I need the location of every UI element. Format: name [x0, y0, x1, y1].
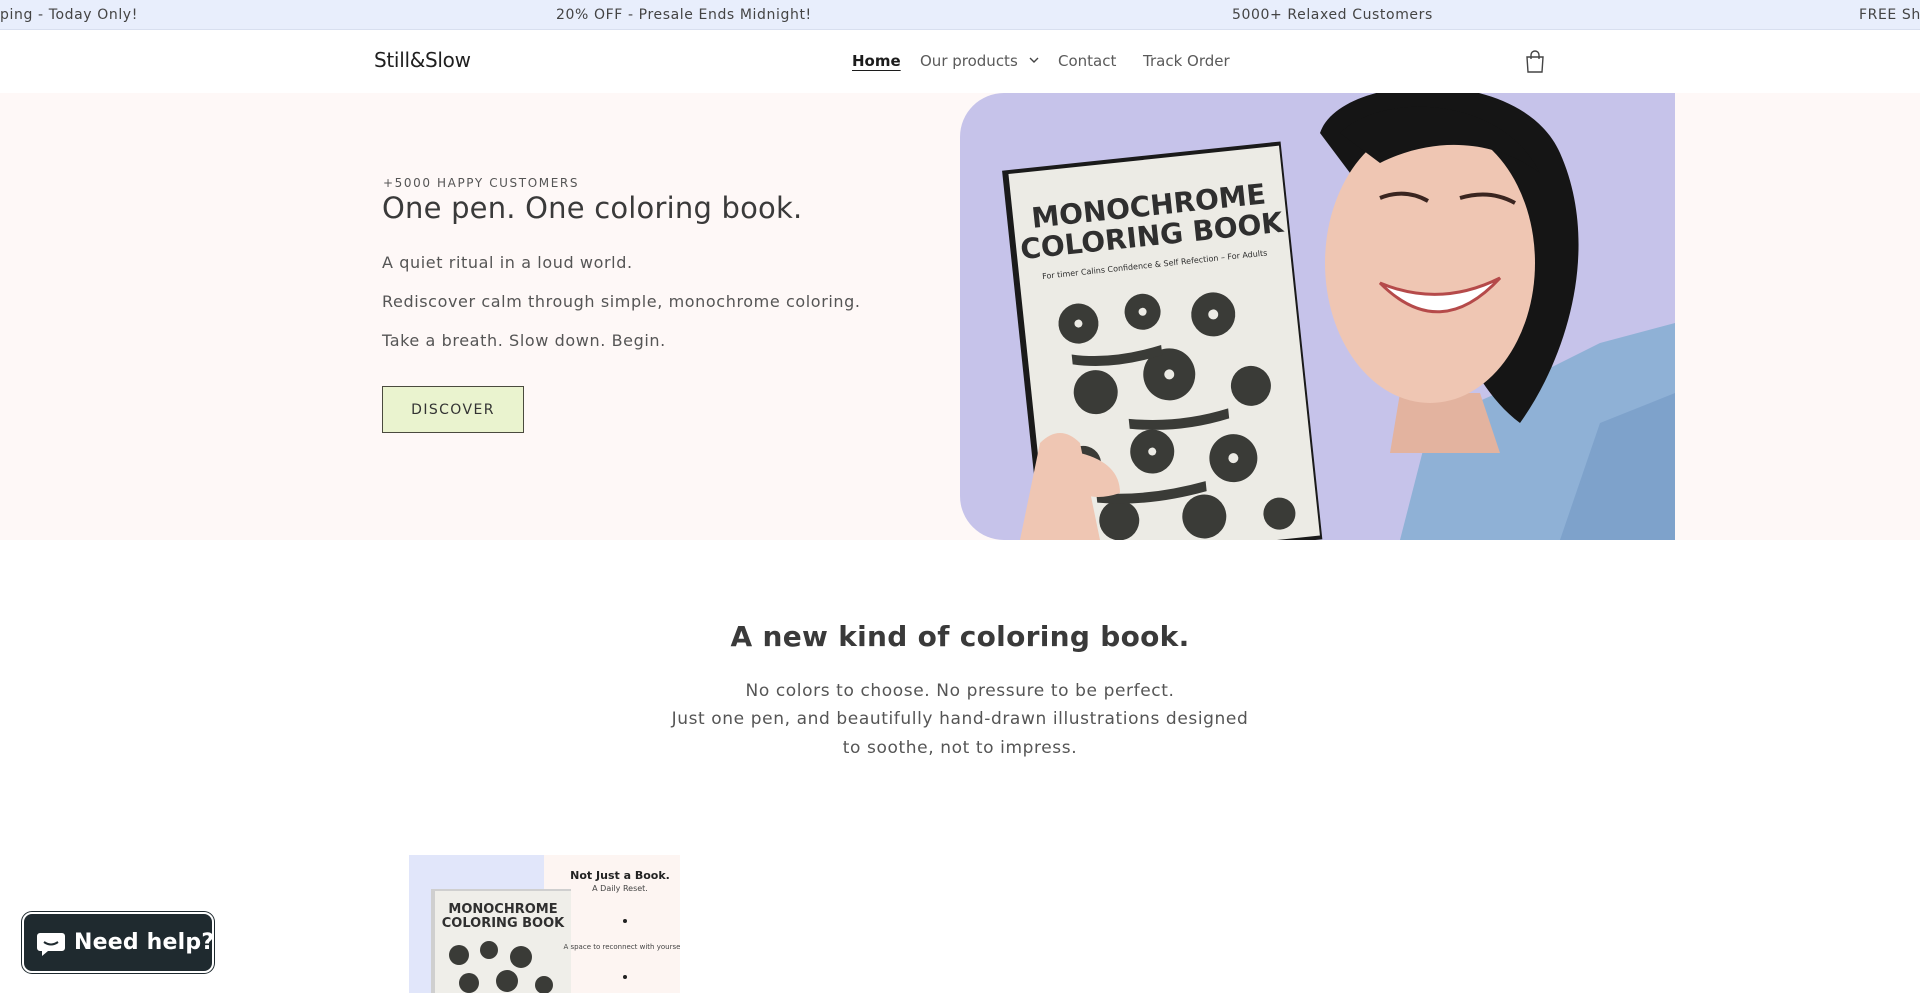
- chat-label: Need help?: [74, 930, 215, 955]
- announcement-item: FREE Ship: [1859, 7, 1920, 23]
- hero-text: A quiet ritual in a loud world.: [382, 253, 633, 272]
- announcement-item: 5000+ Relaxed Customers: [1232, 7, 1433, 23]
- hero-title: One pen. One coloring book.: [382, 191, 803, 225]
- shopping-bag-icon[interactable]: [1524, 50, 1546, 74]
- site-logo[interactable]: Still&Slow: [374, 48, 471, 72]
- announcement-bar: ping - Today Only! 20% OFF - Presale End…: [0, 0, 1920, 30]
- preview-book-title-2: COLORING BOOK: [442, 916, 565, 931]
- hero-photo: MONOCHROME COLORING BOOK For timer Calin…: [1002, 93, 1675, 540]
- nav-contact[interactable]: Contact: [1058, 52, 1116, 70]
- section-text: to soothe, not to impress.: [842, 738, 1078, 758]
- product-preview-image[interactable]: MONOCHROME COLORING BOOK Not Just a Book…: [409, 855, 680, 993]
- product-preview-graphic: MONOCHROME COLORING BOOK Not Just a Book…: [409, 855, 680, 993]
- chevron-down-icon[interactable]: [1027, 53, 1041, 67]
- hero-eyebrow: +5000 HAPPY CUSTOMERS: [383, 176, 580, 190]
- preview-bullet: A space to reconnect with yourself.: [563, 943, 680, 951]
- nav-home[interactable]: Home: [852, 52, 901, 70]
- discover-button[interactable]: DISCOVER: [382, 386, 524, 433]
- need-help-chat-button[interactable]: Need help?: [22, 912, 214, 973]
- site-header: Still&Slow Home Our products Contact Tra…: [0, 30, 1920, 93]
- section-text: Just one pen, and beautifully hand-drawn…: [671, 709, 1249, 729]
- hero-text: Take a breath. Slow down. Begin.: [382, 331, 666, 350]
- preview-book-title-1: MONOCHROME: [448, 902, 557, 917]
- hero-section: +5000 HAPPY CUSTOMERS One pen. One color…: [0, 93, 1920, 540]
- announcement-item: ping - Today Only!: [0, 7, 138, 23]
- hero-text: Rediscover calm through simple, monochro…: [382, 292, 861, 311]
- section-title: A new kind of coloring book.: [730, 620, 1190, 653]
- preview-subheading: A Daily Reset.: [592, 884, 648, 893]
- hero-image: MONOCHROME COLORING BOOK For timer Calin…: [960, 93, 1675, 540]
- nav-track-order[interactable]: Track Order: [1143, 52, 1230, 70]
- nav-our-products[interactable]: Our products: [920, 52, 1018, 70]
- chat-bubble-icon: [37, 933, 65, 956]
- announcement-item: 20% OFF - Presale Ends Midnight!: [556, 7, 812, 23]
- section-text: No colors to choose. No pressure to be p…: [745, 681, 1175, 701]
- preview-heading: Not Just a Book.: [570, 869, 670, 882]
